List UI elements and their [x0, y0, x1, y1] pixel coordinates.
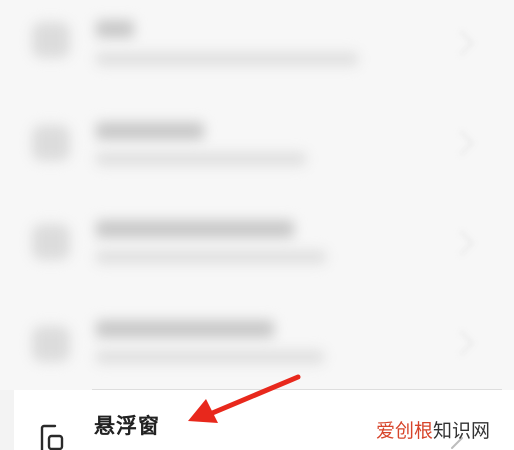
blurred-settings-row[interactable] — [0, 0, 514, 100]
blurred-setting-icon — [32, 224, 70, 260]
floating-window-icon — [40, 424, 64, 450]
blurred-setting-subtitle — [96, 152, 306, 166]
floating-window-label: 悬浮窗 — [94, 414, 160, 438]
blurred-setting-subtitle — [96, 250, 326, 264]
row-left-edge — [0, 390, 14, 450]
blurred-settings-row[interactable] — [0, 200, 514, 300]
blurred-setting-title — [96, 220, 294, 238]
blurred-settings-row[interactable] — [0, 100, 514, 200]
blurred-setting-icon — [32, 326, 70, 362]
blurred-chevron-icon — [448, 130, 474, 156]
watermark-suffix: 知识网 — [432, 420, 490, 442]
blurred-chevron-icon — [448, 230, 474, 256]
blurred-setting-icon — [32, 125, 70, 161]
blurred-settings-row[interactable] — [0, 300, 514, 400]
blurred-setting-title — [96, 20, 134, 38]
blurred-setting-title — [96, 122, 204, 140]
blurred-setting-title — [96, 320, 274, 338]
blurred-chevron-icon — [448, 330, 474, 356]
blurred-setting-subtitle — [96, 350, 324, 364]
watermark-brand: 爱创根 — [375, 420, 433, 442]
settings-list: 悬浮窗 — [0, 0, 514, 450]
blurred-setting-subtitle — [96, 52, 358, 66]
blurred-chevron-icon — [448, 30, 474, 56]
watermark: 爱创根知识网 — [376, 420, 490, 442]
blurred-setting-icon — [32, 22, 70, 58]
